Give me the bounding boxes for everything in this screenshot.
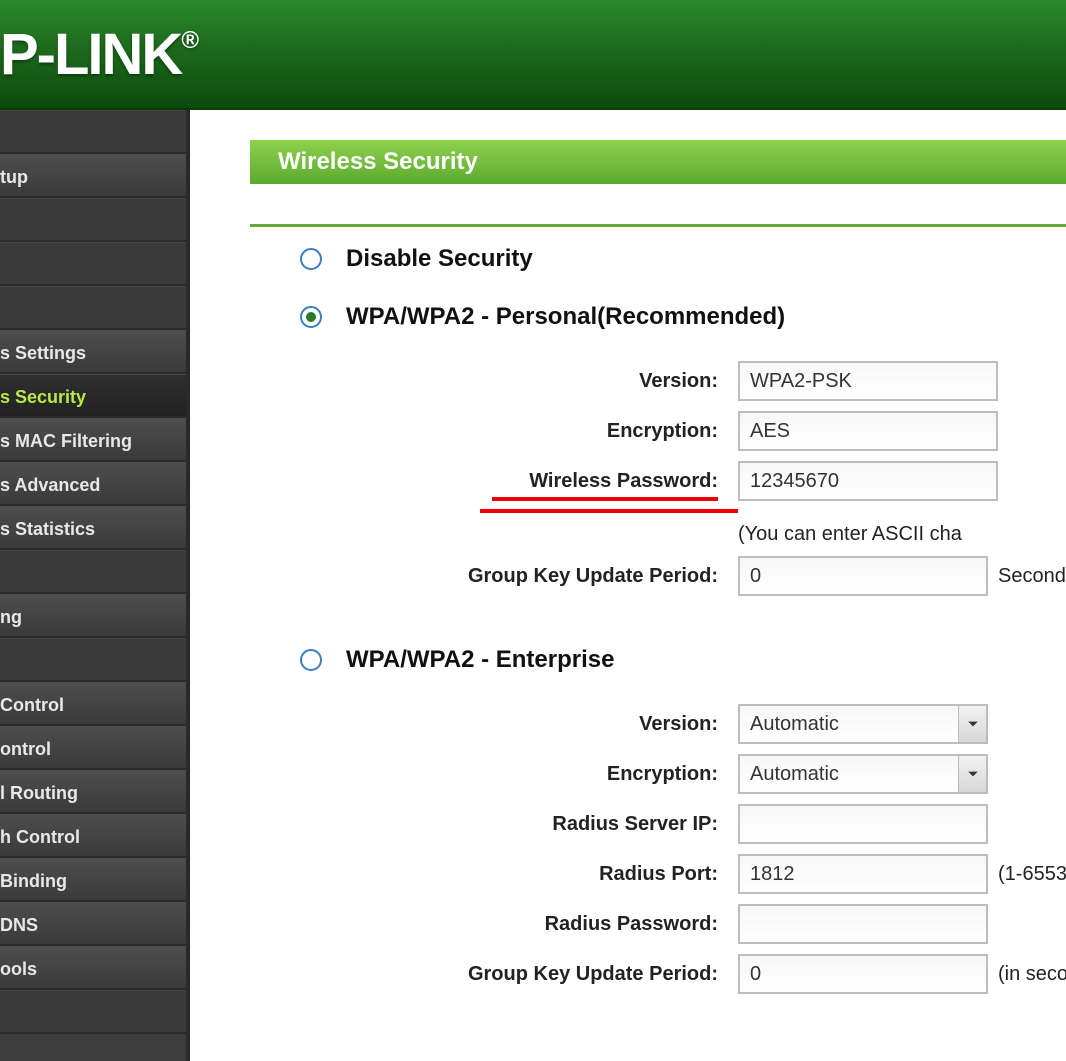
label-encryption: Encryption: [296, 420, 738, 443]
label-radius-password: Radius Password: [296, 913, 738, 936]
input-radius-password[interactable] [738, 904, 988, 944]
sidebar-spacer [0, 638, 186, 682]
sidebar-item-label: ools [0, 959, 37, 979]
sidebar-item[interactable]: s Statistics [0, 506, 186, 550]
app-header: P-LINK® [0, 0, 1066, 110]
sidebar-item-label: h Control [0, 827, 80, 847]
sidebar-item[interactable]: h Control [0, 814, 186, 858]
sidebar-item-label: l Routing [0, 783, 78, 803]
sidebar-item[interactable]: Control [0, 682, 186, 726]
hint-radius-port: (1-65535, 0 st [998, 863, 1066, 886]
input-encryption[interactable] [738, 411, 998, 451]
page-title: Wireless Security [250, 140, 1066, 184]
sidebar-item-label: Binding [0, 871, 67, 891]
label-ent-version: Version: [296, 713, 738, 736]
sidebar-item[interactable]: tup [0, 154, 186, 198]
section-title-personal: WPA/WPA2 - Personal(Recommended) [346, 303, 785, 331]
input-version[interactable] [738, 361, 998, 401]
select-ent-version[interactable] [738, 704, 988, 744]
section-title-enterprise: WPA/WPA2 - Enterprise [346, 646, 614, 674]
sidebar-item-label: ng [0, 607, 22, 627]
input-wireless-password[interactable] [738, 461, 998, 501]
select-ent-encryption[interactable] [738, 754, 988, 794]
label-ent-encryption: Encryption: [296, 763, 738, 786]
hint-password: (You can enter ASCII cha [738, 523, 962, 546]
sidebar-item-label: s Statistics [0, 519, 95, 539]
hint-gku-enterprise: (in secon [998, 963, 1066, 986]
label-radius-port: Radius Port: [296, 863, 738, 886]
sidebar-item-label: Control [0, 695, 64, 715]
personal-form: Version: Encryption: Wireless Password: … [296, 361, 1066, 596]
sidebar-spacer [0, 110, 186, 154]
sidebar-item-label: s Advanced [0, 475, 100, 495]
enterprise-form: Version: Encryption: Radius Server IP: R… [296, 704, 1066, 994]
sidebar-spacer [0, 286, 186, 330]
radio-disable-security[interactable] [300, 248, 322, 270]
radio-wpa-enterprise[interactable] [300, 649, 322, 671]
label-wireless-password: Wireless Password: [296, 470, 738, 493]
brand-logo: P-LINK® [0, 21, 197, 88]
sidebar-item[interactable]: Binding [0, 858, 186, 902]
input-radius-server[interactable] [738, 804, 988, 844]
sidebar-item-label: s Settings [0, 343, 86, 363]
label-gku-personal: Group Key Update Period: [296, 565, 738, 588]
input-gku-enterprise[interactable] [738, 954, 988, 994]
sidebar-spacer [0, 550, 186, 594]
sidebar-item[interactable]: s Advanced [0, 462, 186, 506]
sidebar-item-label: s MAC Filtering [0, 431, 132, 451]
sidebar-item-label: DNS [0, 915, 38, 935]
sidebar-item-label: s Security [0, 387, 86, 407]
sidebar-item-selected[interactable]: s Security [0, 374, 186, 418]
radio-wpa-personal[interactable] [300, 306, 322, 328]
section-divider [250, 224, 1066, 227]
sidebar-nav: tup s Settings s Security s MAC Filtering s … [0, 110, 190, 1061]
label-version: Version: [296, 370, 738, 393]
sidebar-item[interactable]: s Settings [0, 330, 186, 374]
section-title-disable: Disable Security [346, 245, 533, 273]
sidebar-item-label: ontrol [0, 739, 51, 759]
sidebar-item[interactable]: s MAC Filtering [0, 418, 186, 462]
input-gku-personal[interactable] [738, 556, 988, 596]
main-content: Wireless Security Disable Security WPA/W… [190, 110, 1066, 1061]
label-radius-server: Radius Server IP: [296, 813, 738, 836]
sidebar-spacer [0, 990, 186, 1034]
sidebar-item-label: tup [0, 167, 28, 187]
sidebar-item[interactable]: ools [0, 946, 186, 990]
input-radius-port[interactable] [738, 854, 988, 894]
sidebar-item[interactable]: ontrol [0, 726, 186, 770]
sidebar-item[interactable]: l Routing [0, 770, 186, 814]
label-gku-enterprise: Group Key Update Period: [296, 963, 738, 986]
sidebar-item[interactable]: DNS [0, 902, 186, 946]
sidebar-item[interactable]: ng [0, 594, 186, 638]
hint-gku-personal: Seconds [998, 565, 1066, 588]
sidebar-spacer [0, 242, 186, 286]
sidebar-spacer [0, 198, 186, 242]
